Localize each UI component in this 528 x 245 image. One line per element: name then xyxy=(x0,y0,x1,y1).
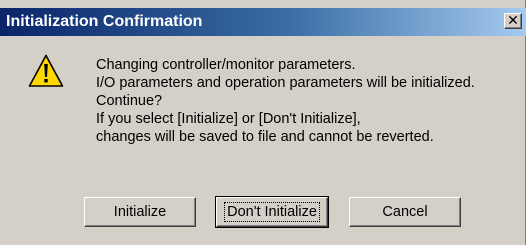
dont-initialize-button[interactable]: Don't Initialize xyxy=(215,196,329,228)
title-bar[interactable]: Initialization Confirmation ✕ xyxy=(0,8,526,36)
message-line: Continue? xyxy=(96,93,163,109)
initialize-button[interactable]: Initialize xyxy=(84,197,196,227)
initialize-button-label: Initialize xyxy=(113,204,167,220)
dont-initialize-button-label: Don't Initialize xyxy=(224,202,320,222)
dialog-title: Initialization Confirmation xyxy=(6,13,203,30)
message-line: changes will be saved to file and cannot… xyxy=(96,129,434,145)
close-icon: ✕ xyxy=(507,13,519,29)
message-line: I/O parameters and operation parameters … xyxy=(96,75,475,91)
message-text: Changing controller/monitor parameters. … xyxy=(96,56,475,146)
close-button[interactable]: ✕ xyxy=(504,13,522,29)
cancel-button-label: Cancel xyxy=(382,204,428,220)
cancel-button[interactable]: Cancel xyxy=(349,197,461,227)
confirmation-dialog: Initialization Confirmation ✕ Changing c… xyxy=(0,0,526,245)
warning-icon xyxy=(28,54,64,87)
message-line: If you select [Initialize] or [Don't Ini… xyxy=(96,111,361,127)
message-line: Changing controller/monitor parameters. xyxy=(96,57,356,73)
